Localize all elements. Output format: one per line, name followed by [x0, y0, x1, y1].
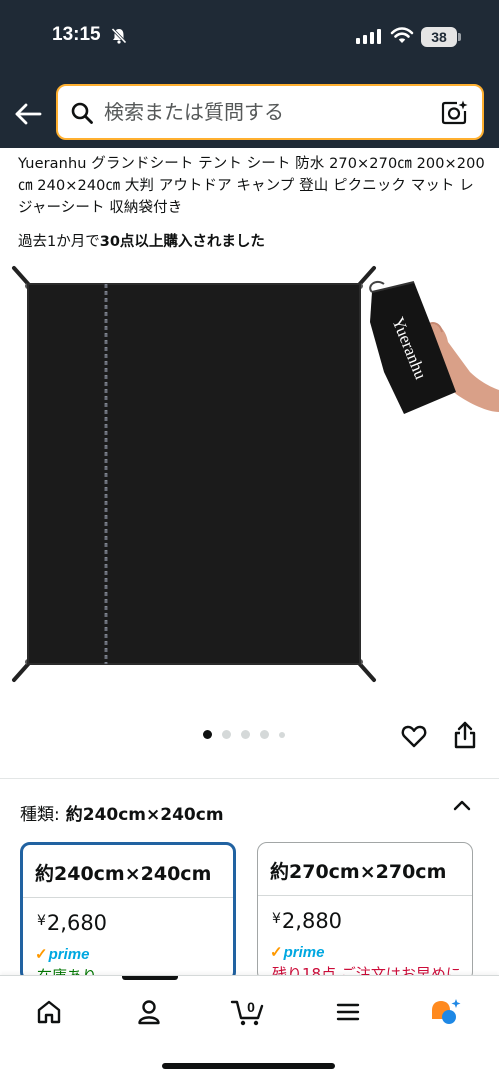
prime-badge: ✓prime — [35, 945, 89, 963]
ground-sheet — [28, 284, 360, 664]
nav-home[interactable] — [31, 994, 67, 1030]
variation-price: ¥2,680 — [37, 911, 107, 935]
product-title[interactable]: Yueranhu グランドシート テント シート 防水 270×270㎝ 200… — [18, 153, 488, 219]
price-amount: 2,880 — [281, 909, 343, 933]
variation-option-selected[interactable]: 約240cm×240cm ¥2,680 ✓prime 在庫あり — [20, 842, 236, 982]
variation-price: ¥2,880 — [272, 909, 342, 933]
search-input[interactable] — [104, 97, 424, 127]
price-currency: ¥ — [272, 911, 281, 927]
menu-icon — [336, 1003, 360, 1021]
variation-size: 約240cm×240cm — [35, 863, 212, 885]
account-icon — [138, 1000, 160, 1025]
variation-label-text: 種類: — [20, 805, 60, 825]
search-icon — [71, 102, 93, 124]
variation-card-divider — [258, 895, 472, 896]
app-header: 13:15 38 — [0, 0, 499, 148]
cart-count: 0 — [247, 999, 255, 1015]
purchase-prefix: 過去1か月で — [18, 234, 100, 250]
visual-search-camera-icon[interactable] — [440, 99, 468, 127]
nav-active-indicator — [122, 976, 178, 980]
nav-cart[interactable]: 0 — [230, 994, 266, 1030]
purchase-count: 30点以上購入されました — [99, 234, 265, 250]
product-image[interactable]: Yueranhu — [0, 262, 499, 692]
carousel-dot[interactable] — [260, 730, 269, 739]
nav-account[interactable] — [131, 994, 167, 1030]
carousel-dot[interactable] — [279, 731, 285, 738]
battery-indicator: 38 — [421, 27, 457, 47]
battery-tip — [458, 33, 461, 41]
variation-card-divider — [23, 897, 233, 898]
status-time: 13:15 — [52, 24, 101, 45]
prime-badge: ✓prime — [270, 943, 324, 961]
cellular-signal-icon — [356, 28, 381, 44]
home-indicator-bar — [162, 1063, 335, 1069]
price-currency: ¥ — [37, 913, 46, 929]
carousel-dot[interactable] — [222, 730, 231, 739]
purchase-count-text: 過去1か月で30点以上購入されました — [18, 230, 265, 251]
price-amount: 2,680 — [46, 911, 108, 935]
variation-label: 種類: 約240cm×240cm — [20, 800, 224, 825]
wishlist-heart-icon[interactable] — [400, 722, 428, 750]
silent-bell-icon — [110, 27, 128, 45]
prime-check-icon: ✓ — [35, 946, 48, 963]
nav-rufus[interactable] — [427, 994, 463, 1030]
rufus-assistant-icon — [432, 999, 461, 1024]
carousel-dot[interactable] — [203, 730, 212, 739]
home-icon — [37, 1000, 61, 1024]
variation-option[interactable]: 約270cm×270cm ¥2,880 ✓prime 残り18点 ご注文はお早め… — [257, 842, 473, 982]
prime-label: prime — [283, 944, 325, 961]
cart-icon: 0 — [230, 999, 264, 1026]
search-bar[interactable] — [56, 84, 484, 140]
chevron-up-icon[interactable] — [452, 798, 472, 812]
variation-selected-value: 約240cm×240cm — [65, 805, 224, 825]
prime-check-icon: ✓ — [270, 944, 283, 961]
carousel-dots — [203, 730, 285, 739]
nav-menu[interactable] — [330, 994, 366, 1030]
section-divider — [0, 778, 499, 779]
prime-label: prime — [48, 946, 90, 963]
carousel-dot[interactable] — [241, 730, 250, 739]
wifi-icon — [390, 27, 414, 43]
share-icon[interactable] — [452, 720, 478, 750]
variation-size: 約270cm×270cm — [270, 861, 447, 883]
back-arrow-icon[interactable] — [12, 98, 44, 130]
